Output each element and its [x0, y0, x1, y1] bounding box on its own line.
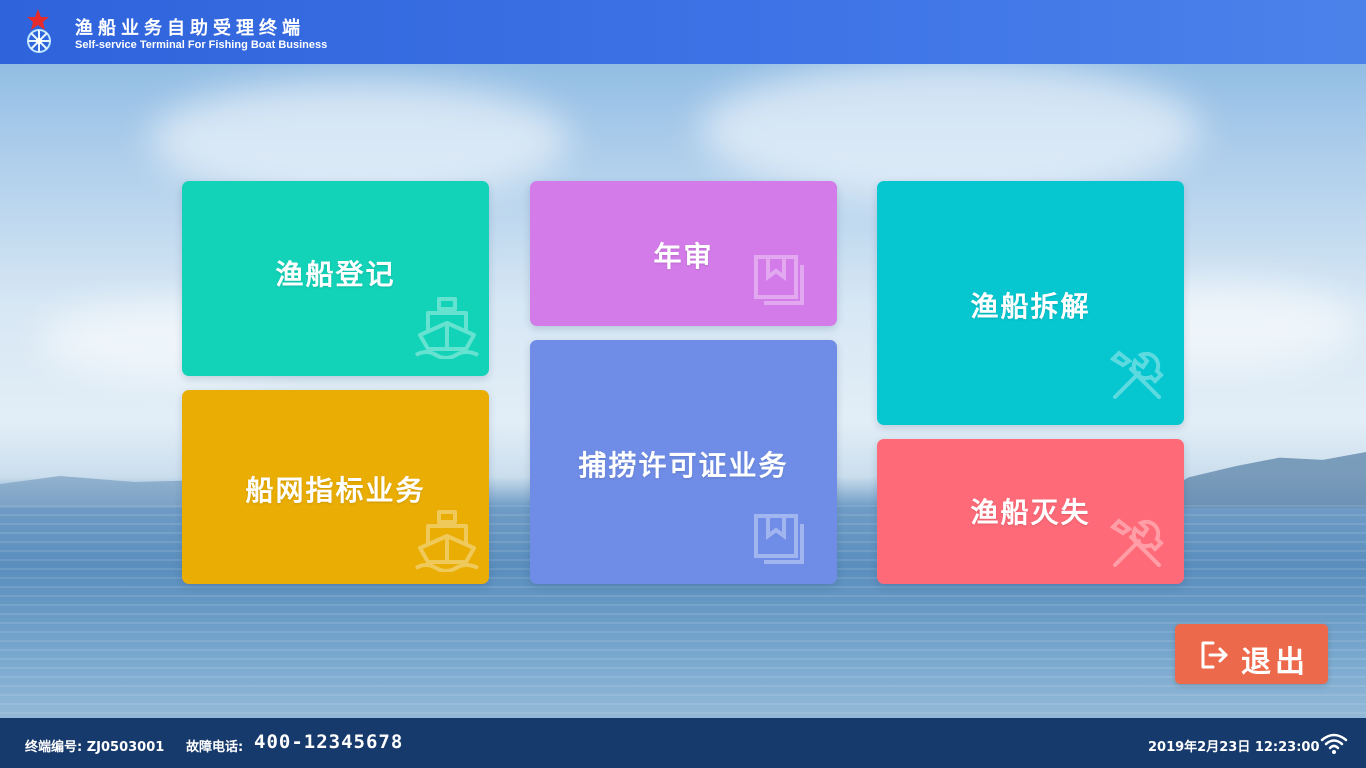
tools-icon [1109, 518, 1164, 567]
status-footer: 终端编号: ZJ0503001 故障电话: 400-12345678 2019年… [0, 718, 1366, 768]
tile-label: 渔船登记 [275, 258, 396, 291]
exit-button[interactable]: 退出 [1175, 624, 1328, 684]
tools-icon [1109, 350, 1164, 399]
tile-label: 渔船拆解 [970, 290, 1091, 323]
app-title: 渔船业务自助受理终端 [75, 18, 305, 39]
wifi-icon [1320, 733, 1348, 754]
logout-icon [1201, 641, 1228, 669]
book-icon [754, 514, 804, 564]
fault-phone-label: 故障电话: [186, 740, 244, 755]
datetime: 2019年2月23日 12:23:00 [1148, 740, 1320, 755]
tile-fishing-license[interactable]: 捕捞许可证业务 [530, 340, 837, 584]
tile-boat-net-quota[interactable]: 船网指标业务 [182, 390, 489, 584]
ship-icon [414, 297, 479, 359]
tile-boat-dismantling[interactable]: 渔船拆解 [877, 181, 1184, 425]
fault-phone-number: 400-12345678 [254, 731, 404, 753]
exit-label: 退出 [1241, 645, 1309, 680]
ship-icon [414, 510, 479, 572]
tile-label: 捕捞许可证业务 [578, 449, 789, 482]
tile-label: 船网指标业务 [245, 474, 426, 507]
emblem-logo-icon [20, 8, 58, 54]
book-icon [754, 255, 804, 305]
app-subtitle: Self-service Terminal For Fishing Boat B… [75, 39, 328, 51]
app-header: 渔船业务自助受理终端 Self-service Terminal For Fis… [0, 0, 1366, 64]
tile-boat-loss[interactable]: 渔船灭失 [877, 439, 1184, 584]
tile-annual-review[interactable]: 年审 [530, 181, 837, 326]
terminal-id: 终端编号: ZJ0503001 [25, 740, 165, 755]
tile-fishing-boat-registration[interactable]: 渔船登记 [182, 181, 489, 376]
